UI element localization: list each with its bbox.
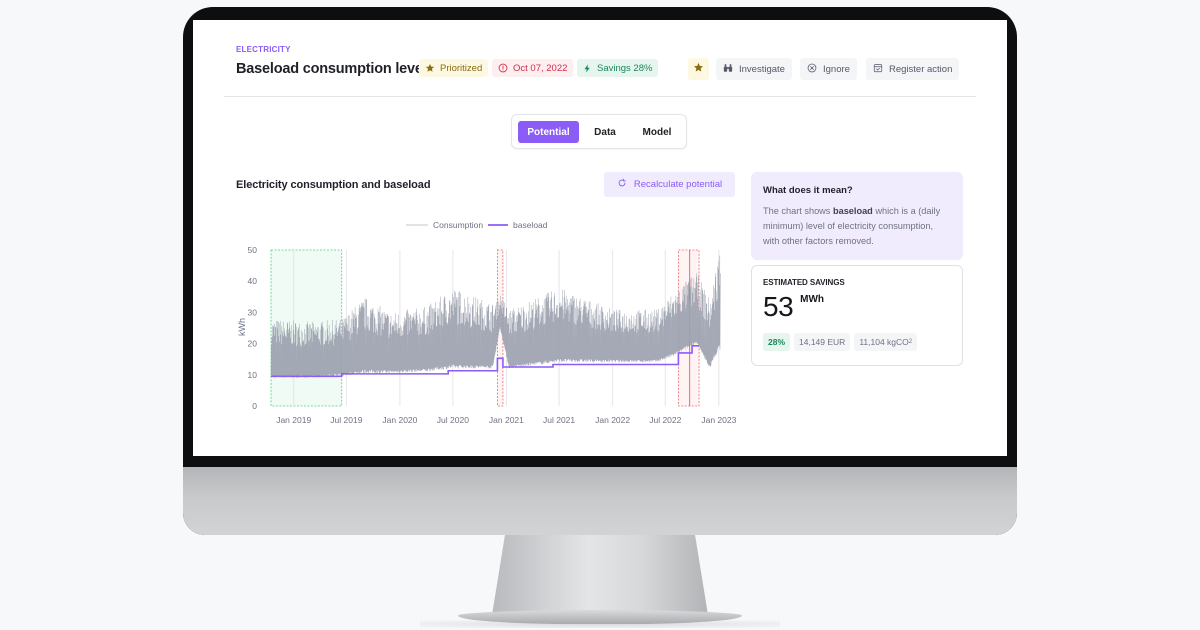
star-icon bbox=[693, 62, 704, 76]
date-label: Oct 07, 2022 bbox=[513, 62, 568, 74]
savings-badge-label: Savings 28% bbox=[597, 62, 653, 74]
estimated-savings-card: ESTIMATED SAVINGS 53 MWh 28% 14,149 EUR … bbox=[751, 265, 963, 366]
legend-consumption-label: Consumption bbox=[433, 220, 483, 230]
savings-value: 53 bbox=[763, 291, 794, 322]
refresh-icon bbox=[617, 178, 627, 191]
monitor-stand bbox=[492, 535, 708, 615]
y-tick-label: 40 bbox=[248, 276, 258, 286]
x-tick-label: Jan 2021 bbox=[489, 415, 524, 425]
calendar-check-icon bbox=[873, 63, 883, 76]
savings-eur-chip: 14,149 EUR bbox=[794, 333, 851, 351]
x-tick-label: Jan 2019 bbox=[276, 415, 311, 425]
x-tick-label: Jul 2022 bbox=[649, 415, 681, 425]
x-axis-ticks: Jan 2019 Jul 2019 Jan 2020 Jul 2020 Jan 2021… bbox=[276, 415, 736, 425]
x-tick-label: Jan 2023 bbox=[701, 415, 736, 425]
y-axis-ticks: 0 10 20 30 40 50 bbox=[248, 245, 258, 411]
page-title: Baseload consumption level bbox=[236, 61, 427, 77]
recalculate-potential-button[interactable]: Recalculate potential bbox=[604, 172, 735, 197]
co2-value: 11,104 kgCO bbox=[859, 337, 909, 347]
y-tick-label: 50 bbox=[248, 245, 258, 255]
x-tick-label: Jan 2022 bbox=[595, 415, 630, 425]
consumption-chart: Consumption baseload kWh 0 10 20 30 40 50 Jan… bbox=[237, 220, 737, 425]
legend-baseload-label: baseload bbox=[513, 220, 548, 230]
savings-label: ESTIMATED SAVINGS bbox=[763, 278, 845, 287]
tab-potential[interactable]: Potential bbox=[518, 121, 579, 143]
info-text: The chart shows baseload which is a (dai… bbox=[763, 204, 951, 249]
tab-model[interactable]: Model bbox=[632, 121, 682, 143]
y-axis-label: kWh bbox=[237, 318, 247, 336]
app-screen: ELECTRICITY Baseload consumption level P… bbox=[193, 20, 1007, 456]
binoculars-icon bbox=[723, 63, 733, 76]
info-text-bold: baseload bbox=[832, 206, 873, 216]
y-tick-label: 20 bbox=[248, 339, 258, 349]
recalculate-label: Recalculate potential bbox=[633, 179, 723, 190]
chart-title: Electricity consumption and baseload bbox=[236, 179, 431, 191]
y-tick-label: 30 bbox=[248, 307, 258, 317]
chart-legend: Consumption baseload bbox=[406, 220, 548, 230]
favorite-button[interactable] bbox=[688, 58, 709, 80]
info-text-before: The chart shows bbox=[763, 206, 833, 216]
x-tick-label: Jul 2020 bbox=[437, 415, 469, 425]
info-title: What does it mean? bbox=[763, 185, 853, 196]
register-action-label: Register action bbox=[889, 63, 953, 75]
baseline-period-region bbox=[270, 249, 343, 407]
view-tabs: Potential Data Model bbox=[511, 114, 687, 149]
savings-percent-chip: 28% bbox=[763, 333, 791, 351]
monitor-chin bbox=[183, 467, 1017, 535]
y-tick-label: 10 bbox=[248, 370, 258, 380]
y-tick-label: 0 bbox=[252, 401, 257, 411]
ignore-button[interactable]: Ignore bbox=[800, 58, 857, 80]
category-label: ELECTRICITY bbox=[236, 45, 291, 54]
savings-badge: Savings 28% bbox=[577, 59, 659, 77]
ignore-label: Ignore bbox=[823, 63, 850, 75]
date-badge: Oct 07, 2022 bbox=[492, 59, 574, 77]
tab-data[interactable]: Data bbox=[585, 121, 625, 143]
close-circle-icon bbox=[807, 63, 817, 76]
savings-unit: MWh bbox=[800, 294, 825, 305]
investigate-label: Investigate bbox=[739, 63, 785, 75]
savings-co2-chip: 11,104 kgCO 2 bbox=[854, 333, 918, 351]
star-icon bbox=[425, 63, 435, 73]
prioritized-label: Prioritized bbox=[440, 62, 483, 74]
register-action-button[interactable]: Register action bbox=[866, 58, 960, 80]
x-tick-label: Jul 2021 bbox=[543, 415, 575, 425]
x-tick-label: Jul 2019 bbox=[330, 415, 362, 425]
header-divider bbox=[224, 96, 976, 97]
monitor-frame: ELECTRICITY Baseload consumption level P… bbox=[183, 7, 1017, 535]
lightning-icon bbox=[583, 63, 592, 74]
prioritized-badge: Prioritized bbox=[419, 59, 489, 77]
x-tick-label: Jan 2020 bbox=[382, 415, 417, 425]
info-box: What does it mean? The chart shows basel… bbox=[751, 172, 963, 260]
alert-circle-icon bbox=[498, 63, 508, 73]
investigate-button[interactable]: Investigate bbox=[716, 58, 792, 80]
monitor-base bbox=[458, 610, 742, 624]
